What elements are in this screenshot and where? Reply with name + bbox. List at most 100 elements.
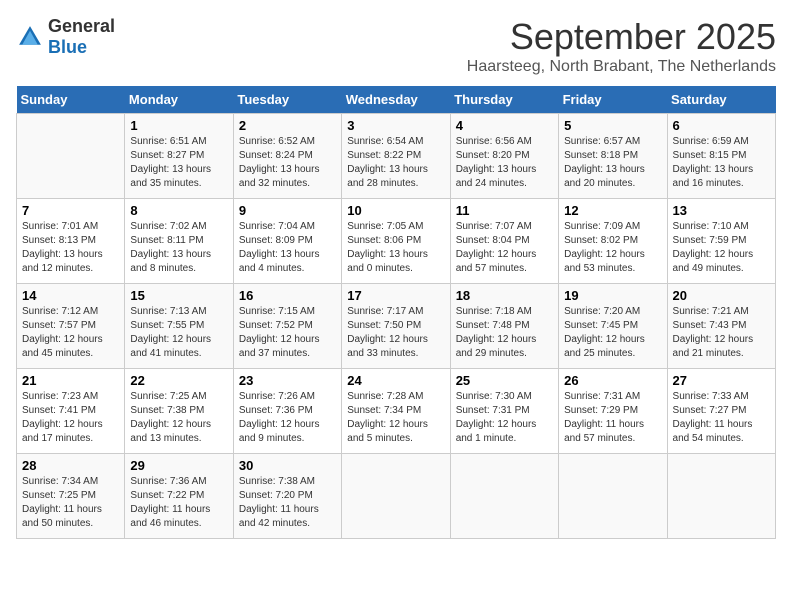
calendar-cell: 21Sunrise: 7:23 AM Sunset: 7:41 PM Dayli… (17, 369, 125, 454)
day-number: 20 (673, 288, 770, 303)
day-info: Sunrise: 7:17 AM Sunset: 7:50 PM Dayligh… (347, 305, 444, 361)
day-number: 30 (239, 458, 336, 473)
day-info: Sunrise: 7:28 AM Sunset: 7:34 PM Dayligh… (347, 390, 444, 446)
day-info: Sunrise: 7:25 AM Sunset: 7:38 PM Dayligh… (130, 390, 227, 446)
day-number: 1 (130, 118, 227, 133)
day-number: 19 (564, 288, 661, 303)
logo-icon (16, 23, 44, 51)
calendar-cell: 6 Sunrise: 6:59 AM Sunset: 8:15 PM Daylig… (667, 114, 775, 199)
page-header: General Blue September 2025 Haarsteeg, N… (16, 16, 776, 76)
day-number: 12 (564, 203, 661, 218)
day-info: Sunrise: 7:33 AM Sunset: 7:27 PM Dayligh… (673, 390, 770, 446)
day-number: 5 (564, 118, 661, 133)
calendar-cell: 24 Sunrise: 7:28 AM Sunset: 7:34 PM Dayli… (342, 369, 450, 454)
weekday-header: Saturday (667, 86, 775, 114)
day-info: Sunrise: 7:20 AM Sunset: 7:45 PM Dayligh… (564, 305, 661, 361)
day-info: Sunrise: 7:05 AM Sunset: 8:06 PM Dayligh… (347, 220, 444, 276)
calendar-cell: 15Sunrise: 7:13 AM Sunset: 7:55 PM Dayli… (125, 284, 233, 369)
day-number: 8 (130, 203, 227, 218)
day-number: 6 (673, 118, 770, 133)
calendar-cell: 9 Sunrise: 7:04 AM Sunset: 8:09 PM Daylig… (233, 199, 341, 284)
day-info: Sunrise: 7:15 AM Sunset: 7:52 PM Dayligh… (239, 305, 336, 361)
day-info: Sunrise: 6:52 AM Sunset: 8:24 PM Dayligh… (239, 135, 336, 191)
weekday-header-row: SundayMondayTuesdayWednesdayThursdayFrid… (17, 86, 776, 114)
calendar-cell: 29Sunrise: 7:36 AM Sunset: 7:22 PM Dayli… (125, 454, 233, 539)
day-number: 29 (130, 458, 227, 473)
calendar-cell: 20 Sunrise: 7:21 AM Sunset: 7:43 PM Dayli… (667, 284, 775, 369)
day-info: Sunrise: 7:18 AM Sunset: 7:48 PM Dayligh… (456, 305, 553, 361)
weekday-header: Friday (559, 86, 667, 114)
day-number: 17 (347, 288, 444, 303)
day-number: 18 (456, 288, 553, 303)
calendar-cell: 8 Sunrise: 7:02 AM Sunset: 8:11 PM Daylig… (125, 199, 233, 284)
logo-text-general: General (48, 16, 115, 36)
calendar-week-row: 1Sunrise: 6:51 AM Sunset: 8:27 PM Daylig… (17, 114, 776, 199)
calendar-cell: 13Sunrise: 7:10 AM Sunset: 7:59 PM Dayli… (667, 199, 775, 284)
weekday-header: Monday (125, 86, 233, 114)
day-info: Sunrise: 7:13 AM Sunset: 7:55 PM Dayligh… (130, 305, 227, 361)
calendar-cell: 30 Sunrise: 7:38 AM Sunset: 7:20 PM Dayli… (233, 454, 341, 539)
calendar-cell: 19 Sunrise: 7:20 AM Sunset: 7:45 PM Dayli… (559, 284, 667, 369)
calendar-cell: 5 Sunrise: 6:57 AM Sunset: 8:18 PM Daylig… (559, 114, 667, 199)
day-info: Sunrise: 7:38 AM Sunset: 7:20 PM Dayligh… (239, 475, 336, 531)
day-number: 14 (22, 288, 119, 303)
calendar-table: SundayMondayTuesdayWednesdayThursdayFrid… (16, 86, 776, 539)
day-number: 21 (22, 373, 119, 388)
calendar-cell (559, 454, 667, 539)
day-number: 16 (239, 288, 336, 303)
day-number: 22 (130, 373, 227, 388)
logo-text-blue: Blue (48, 37, 87, 57)
location-title: Haarsteeg, North Brabant, The Netherland… (467, 58, 776, 76)
calendar-cell: 22 Sunrise: 7:25 AM Sunset: 7:38 PM Dayli… (125, 369, 233, 454)
day-info: Sunrise: 7:26 AM Sunset: 7:36 PM Dayligh… (239, 390, 336, 446)
weekday-header: Wednesday (342, 86, 450, 114)
day-info: Sunrise: 7:21 AM Sunset: 7:43 PM Dayligh… (673, 305, 770, 361)
day-number: 27 (673, 373, 770, 388)
day-info: Sunrise: 7:04 AM Sunset: 8:09 PM Dayligh… (239, 220, 336, 276)
day-info: Sunrise: 6:59 AM Sunset: 8:15 PM Dayligh… (673, 135, 770, 191)
day-info: Sunrise: 7:31 AM Sunset: 7:29 PM Dayligh… (564, 390, 661, 446)
day-number: 28 (22, 458, 119, 473)
day-number: 10 (347, 203, 444, 218)
calendar-cell: 17 Sunrise: 7:17 AM Sunset: 7:50 PM Dayli… (342, 284, 450, 369)
calendar-cell: 1Sunrise: 6:51 AM Sunset: 8:27 PM Daylig… (125, 114, 233, 199)
logo: General Blue (16, 16, 115, 58)
calendar-cell: 27 Sunrise: 7:33 AM Sunset: 7:27 PM Dayli… (667, 369, 775, 454)
weekday-header: Thursday (450, 86, 558, 114)
day-number: 25 (456, 373, 553, 388)
calendar-cell: 4 Sunrise: 6:56 AM Sunset: 8:20 PM Daylig… (450, 114, 558, 199)
day-info: Sunrise: 7:01 AM Sunset: 8:13 PM Dayligh… (22, 220, 119, 276)
calendar-week-row: 14 Sunrise: 7:12 AM Sunset: 7:57 PM Dayli… (17, 284, 776, 369)
calendar-cell: 3Sunrise: 6:54 AM Sunset: 8:22 PM Daylig… (342, 114, 450, 199)
day-info: Sunrise: 7:12 AM Sunset: 7:57 PM Dayligh… (22, 305, 119, 361)
calendar-cell: 2Sunrise: 6:52 AM Sunset: 8:24 PM Daylig… (233, 114, 341, 199)
day-number: 11 (456, 203, 553, 218)
day-number: 23 (239, 373, 336, 388)
day-number: 13 (673, 203, 770, 218)
day-info: Sunrise: 7:07 AM Sunset: 8:04 PM Dayligh… (456, 220, 553, 276)
calendar-cell: 16 Sunrise: 7:15 AM Sunset: 7:52 PM Dayli… (233, 284, 341, 369)
day-info: Sunrise: 7:02 AM Sunset: 8:11 PM Dayligh… (130, 220, 227, 276)
day-number: 4 (456, 118, 553, 133)
calendar-week-row: 28 Sunrise: 7:34 AM Sunset: 7:25 PM Dayli… (17, 454, 776, 539)
weekday-header: Sunday (17, 86, 125, 114)
calendar-cell: 7Sunrise: 7:01 AM Sunset: 8:13 PM Daylig… (17, 199, 125, 284)
day-info: Sunrise: 6:54 AM Sunset: 8:22 PM Dayligh… (347, 135, 444, 191)
calendar-cell (17, 114, 125, 199)
calendar-cell: 11 Sunrise: 7:07 AM Sunset: 8:04 PM Dayli… (450, 199, 558, 284)
day-info: Sunrise: 7:30 AM Sunset: 7:31 PM Dayligh… (456, 390, 553, 446)
day-info: Sunrise: 6:56 AM Sunset: 8:20 PM Dayligh… (456, 135, 553, 191)
day-number: 24 (347, 373, 444, 388)
day-info: Sunrise: 6:57 AM Sunset: 8:18 PM Dayligh… (564, 135, 661, 191)
title-block: September 2025 Haarsteeg, North Brabant,… (467, 16, 776, 76)
calendar-cell: 23 Sunrise: 7:26 AM Sunset: 7:36 PM Dayli… (233, 369, 341, 454)
calendar-cell: 12Sunrise: 7:09 AM Sunset: 8:02 PM Dayli… (559, 199, 667, 284)
day-number: 9 (239, 203, 336, 218)
calendar-cell: 10 Sunrise: 7:05 AM Sunset: 8:06 PM Dayli… (342, 199, 450, 284)
calendar-cell (450, 454, 558, 539)
calendar-cell: 14 Sunrise: 7:12 AM Sunset: 7:57 PM Dayli… (17, 284, 125, 369)
calendar-cell: 28 Sunrise: 7:34 AM Sunset: 7:25 PM Dayli… (17, 454, 125, 539)
calendar-cell: 25 Sunrise: 7:30 AM Sunset: 7:31 PM Dayli… (450, 369, 558, 454)
month-title: September 2025 (467, 16, 776, 58)
day-info: Sunrise: 7:34 AM Sunset: 7:25 PM Dayligh… (22, 475, 119, 531)
